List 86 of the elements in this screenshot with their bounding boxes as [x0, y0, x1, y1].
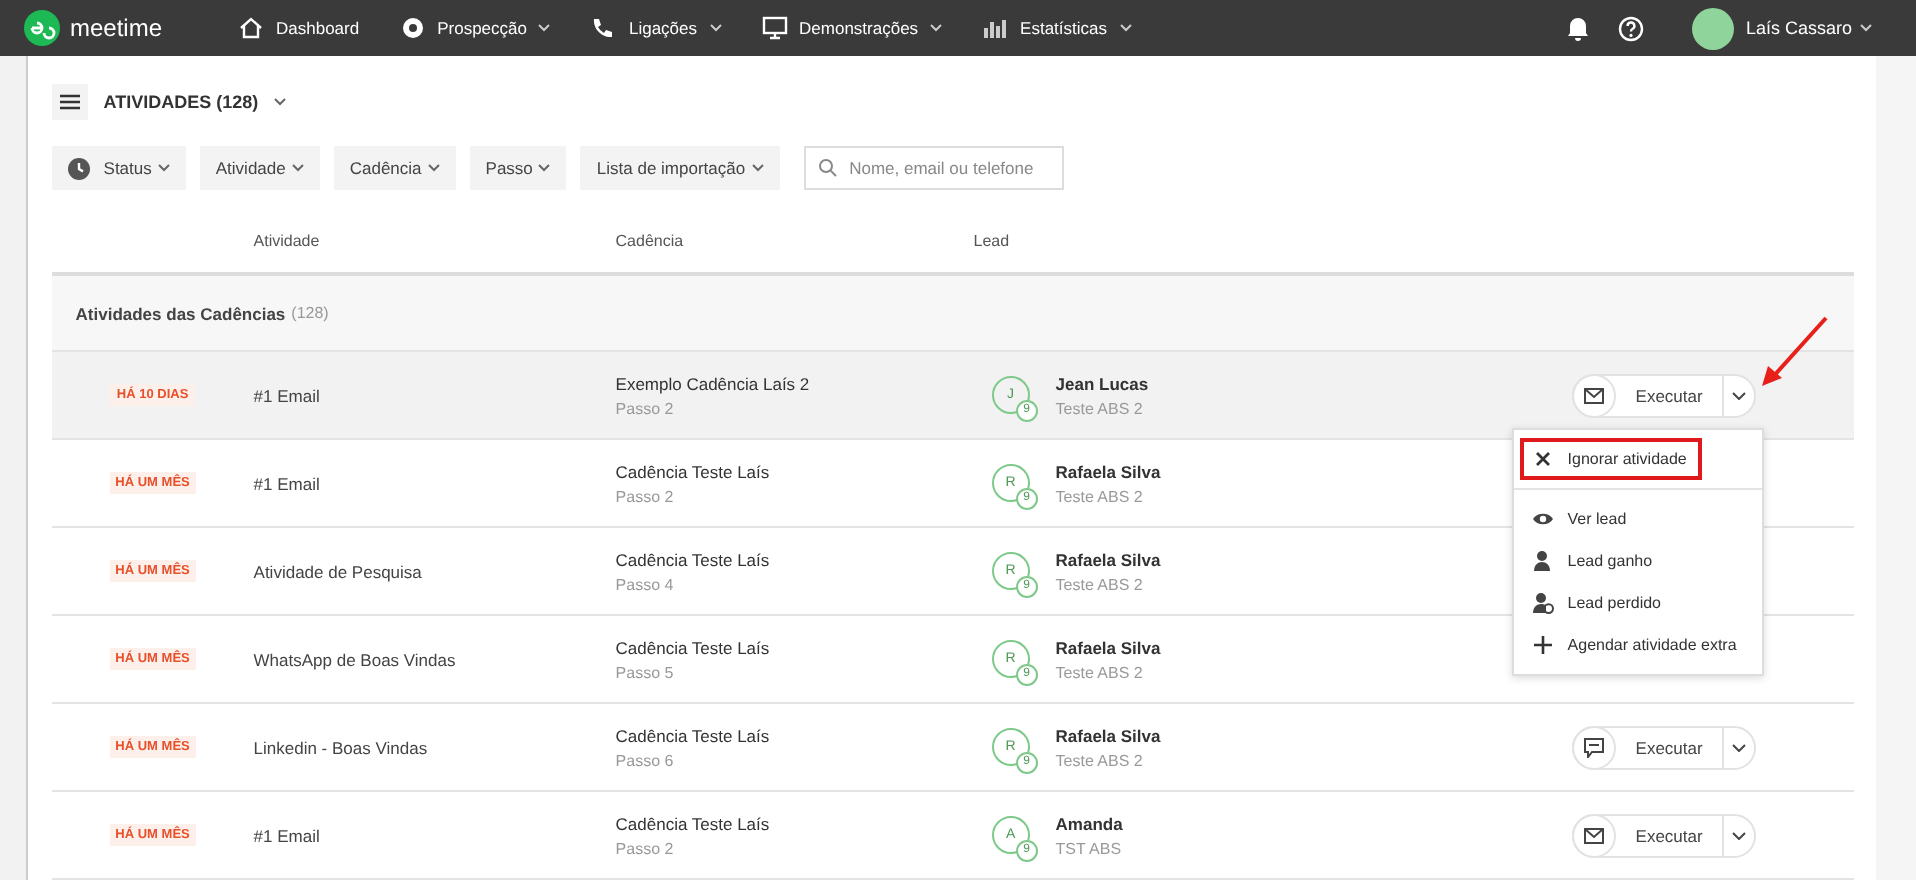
lead-name[interactable]: Amanda [1055, 813, 1123, 833]
nav-link[interactable]: Demonstrações [761, 16, 943, 40]
caret-icon [930, 24, 943, 32]
group-count: (128) [291, 304, 329, 322]
nav-link[interactable]: Dashboard [238, 16, 360, 40]
column-header: Lead [973, 231, 1012, 249]
target-icon [399, 16, 426, 40]
company-name: TST ABS [1055, 839, 1123, 857]
filter-dropdown[interactable]: Atividade [199, 146, 320, 190]
search-icon [817, 158, 838, 178]
caret-icon [1119, 24, 1132, 32]
activity-name: Linkedin - Boas Vindas [253, 737, 430, 757]
lead-name[interactable]: Rafaela Silva [1055, 549, 1161, 569]
column-header: Atividade [253, 231, 322, 249]
step-label: Passo 2 [615, 399, 676, 417]
nav-link[interactable]: Prospecção [399, 16, 551, 40]
bar-chart-icon [982, 16, 1009, 40]
action-type-icon [1571, 373, 1616, 417]
caret-icon [427, 164, 440, 172]
filter-dropdown[interactable]: Passo [469, 146, 567, 190]
close-icon [1531, 448, 1554, 470]
company-name: Teste ABS 2 [1055, 399, 1145, 417]
lead-name[interactable]: Jean Lucas [1055, 373, 1149, 393]
page-title[interactable]: ATIVIDADES (128) [103, 92, 259, 112]
person-icon [1531, 550, 1554, 572]
monitor-icon [761, 16, 788, 40]
caret-icon [1732, 743, 1747, 751]
plus-icon [1531, 634, 1554, 656]
caret-icon [1732, 831, 1747, 839]
help-icon[interactable] [1617, 15, 1644, 41]
caret-icon [1732, 391, 1747, 399]
phone-icon [590, 16, 617, 40]
filter-dropdown[interactable]: Lista de importação [580, 146, 780, 190]
step-label: Passo 2 [615, 839, 676, 857]
caret-icon [1860, 24, 1872, 32]
search-field[interactable]: Nome, email ou telefone [803, 146, 1064, 190]
step-label: Passo 4 [615, 575, 676, 593]
caret-icon [538, 164, 551, 172]
home-icon [238, 16, 264, 40]
activity-name: Atividade de Pesquisa [253, 561, 424, 581]
clock-icon [67, 157, 90, 179]
eye-icon [1531, 508, 1554, 530]
nav-link[interactable]: Ligações [590, 16, 722, 40]
filter-dropdown[interactable]: Cadência [333, 146, 456, 190]
cadence-name: Cadência Teste Laís [615, 813, 772, 833]
cadence-name: Cadência Teste Laís [615, 637, 772, 657]
caret-icon [538, 24, 551, 32]
action-type-icon [1571, 813, 1616, 857]
company-name: Teste ABS 2 [1055, 663, 1145, 681]
group-title: Atividades das Cadências [75, 303, 286, 323]
filter-dropdown[interactable]: Status [51, 146, 186, 190]
activity-name: #1 Email [253, 473, 322, 493]
logo-text: meetime [70, 14, 163, 42]
caret-icon [709, 24, 722, 32]
lead-name[interactable]: Rafaela Silva [1055, 725, 1161, 745]
user-avatar[interactable] [1691, 7, 1734, 49]
lead-name[interactable]: Rafaela Silva [1055, 637, 1161, 657]
user-menu[interactable]: Laís Cassaro [1745, 18, 1852, 38]
company-name: Teste ABS 2 [1055, 487, 1145, 505]
notification-bell-icon[interactable] [1565, 15, 1590, 41]
cadence-name: Cadência Teste Laís [615, 549, 772, 569]
menu-item[interactable]: Agendar atividade extra [1519, 624, 1756, 666]
company-name: Teste ABS 2 [1055, 751, 1145, 769]
activity-name: #1 Email [253, 385, 322, 405]
logo-icon [24, 10, 60, 46]
menu-item[interactable]: Lead ganho [1519, 540, 1756, 582]
nav-link[interactable]: Estatísticas [982, 16, 1132, 40]
caret-icon [291, 164, 304, 172]
cadence-name: Cadência Teste Laís [615, 461, 772, 481]
step-label: Passo 5 [615, 663, 676, 681]
lead-name[interactable]: Rafaela Silva [1055, 461, 1161, 481]
cadence-name: Exemplo Cadência Laís 2 [615, 373, 812, 393]
menu-icon[interactable] [51, 84, 88, 120]
action-type-icon [1571, 725, 1616, 769]
caret-icon [157, 164, 170, 172]
step-label: Passo 6 [615, 751, 676, 769]
column-header: Cadência [615, 231, 686, 249]
menu-item[interactable]: Ignorar atividade [1519, 438, 1703, 480]
cadence-name: Cadência Teste Laís [615, 725, 772, 745]
activity-name: WhatsApp de Boas Vindas [253, 649, 458, 669]
activity-name: #1 Email [253, 825, 322, 845]
caret-icon [274, 98, 287, 106]
step-label: Passo 2 [615, 487, 676, 505]
company-name: Teste ABS 2 [1055, 575, 1145, 593]
caret-icon [751, 164, 764, 172]
pointer-arrow [1759, 316, 1828, 388]
